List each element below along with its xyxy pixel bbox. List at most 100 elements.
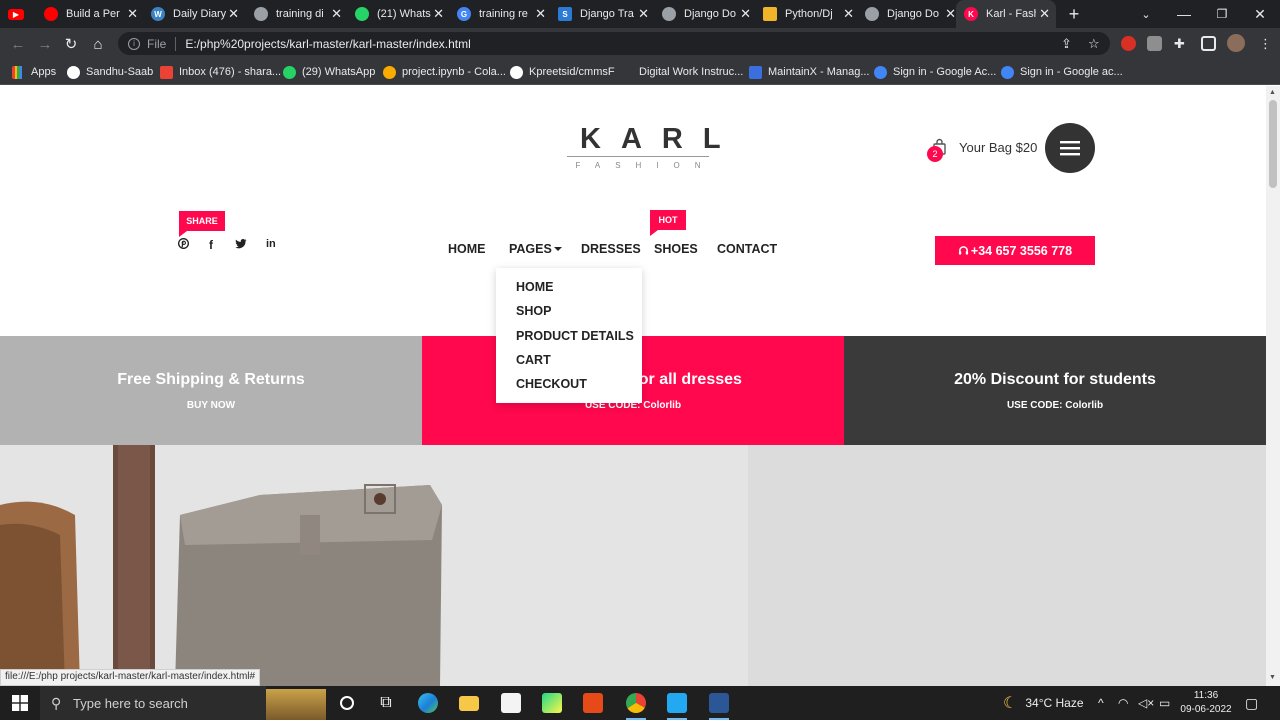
close-icon[interactable]: ✕: [740, 6, 751, 22]
promo-title: 20% Discount for students: [954, 370, 1156, 388]
phone-button[interactable]: +34 657 3556 778: [935, 236, 1095, 265]
close-icon[interactable]: ✕: [127, 6, 138, 22]
bookmark-star-icon[interactable]: ☆: [1088, 36, 1100, 52]
scroll-down-icon[interactable]: ▼: [1269, 674, 1276, 681]
new-tab-button[interactable]: +: [1055, 0, 1093, 28]
promo-students[interactable]: 20% Discount for students USE CODE: Colo…: [844, 336, 1266, 445]
url-text[interactable]: E:/php%20projects/karl-master/karl-maste…: [185, 37, 470, 51]
edge-icon[interactable]: [408, 686, 448, 720]
bookmark-github[interactable]: Sandhu-Saab: [67, 64, 153, 80]
forward-arrow-icon[interactable]: →: [34, 33, 56, 55]
reload-icon[interactable]: ↻: [60, 33, 82, 55]
nav-contact[interactable]: CONTACT: [717, 242, 777, 256]
tab-7[interactable]: Django Do ✕: [657, 0, 757, 28]
scroll-up-icon[interactable]: ▲: [1269, 89, 1276, 96]
office-icon[interactable]: [573, 686, 613, 720]
kebab-menu-icon[interactable]: ⋮: [1259, 36, 1272, 52]
close-icon[interactable]: ✕: [433, 6, 444, 22]
info-icon[interactable]: i: [128, 37, 140, 50]
file-explorer-icon[interactable]: [449, 686, 489, 720]
wifi-icon[interactable]: ◠: [1118, 686, 1128, 720]
tab-active[interactable]: K Karl - Fash ✕: [956, 0, 1056, 28]
cart-link[interactable]: 2 Your Bag $20: [927, 138, 1037, 162]
vscode-icon[interactable]: [657, 686, 697, 720]
tab-2[interactable]: W Daily Diary ✕: [145, 0, 245, 28]
cortana-icon[interactable]: [327, 686, 367, 720]
tab-1[interactable]: Build a Per ✕: [44, 0, 144, 28]
bookmark-label: Inbox (476) - shara...: [179, 66, 282, 78]
dropdown-item-cart[interactable]: CART: [496, 353, 642, 377]
close-icon[interactable]: ✕: [945, 6, 956, 22]
tab-youtube[interactable]: ▶: [8, 0, 48, 28]
bookmark-digital-work[interactable]: Digital Work Instruc...: [620, 64, 743, 80]
address-bar[interactable]: i File E:/php%20projects/karl-master/kar…: [118, 32, 1110, 55]
tab-9[interactable]: Django Do ✕: [862, 0, 962, 28]
facebook-icon[interactable]: f: [209, 238, 213, 252]
bookmark-colab[interactable]: project.ipynb - Cola...: [383, 64, 506, 80]
page-scrollbar[interactable]: ▲ ▼: [1266, 86, 1280, 686]
scrollbar-thumb[interactable]: [1269, 100, 1277, 188]
bookmark-maintainx[interactable]: MaintainX - Manag...: [749, 64, 870, 80]
promo-shipping[interactable]: Free Shipping & Returns BUY NOW: [0, 336, 422, 445]
share-icon[interactable]: ⇪: [1061, 36, 1072, 52]
caret-down-icon: [553, 247, 562, 251]
bookmark-google-2[interactable]: Sign in - Google ac...: [1001, 64, 1123, 80]
battery-icon[interactable]: ▭: [1159, 686, 1170, 720]
bookmark-whatsapp[interactable]: (29) WhatsApp: [283, 64, 375, 80]
tab-5[interactable]: G training re ✕: [452, 0, 552, 28]
close-icon[interactable]: ✕: [331, 6, 342, 22]
volume-icon[interactable]: ◁×: [1138, 686, 1154, 720]
home-icon[interactable]: ⌂: [87, 33, 109, 55]
taskbar-search-box[interactable]: ⚲ Type here to search: [40, 686, 326, 720]
tab-4[interactable]: (21) Whats ✕: [350, 0, 450, 28]
pycharm-icon[interactable]: [532, 686, 572, 720]
close-icon[interactable]: ✕: [535, 6, 546, 22]
dropdown-item-checkout[interactable]: CHECKOUT: [496, 377, 642, 401]
chrome-icon[interactable]: [616, 686, 656, 720]
close-icon[interactable]: ✕: [228, 6, 239, 22]
nav-home[interactable]: HOME: [448, 242, 486, 256]
bookmark-google-1[interactable]: Sign in - Google Ac...: [874, 64, 996, 80]
nav-dresses[interactable]: DRESSES: [581, 242, 641, 256]
camera-icon[interactable]: [1147, 36, 1162, 51]
nav-pages[interactable]: PAGES: [509, 242, 562, 256]
notification-icon[interactable]: ▢: [1245, 686, 1258, 720]
tab-search-icon[interactable]: ⌄: [1127, 0, 1165, 28]
extension-red-icon[interactable]: [1121, 36, 1136, 51]
hamburger-menu-button[interactable]: [1045, 123, 1095, 173]
window-close-icon[interactable]: ✕: [1241, 0, 1279, 28]
xampp-icon[interactable]: [699, 686, 739, 720]
tab-6[interactable]: S Django Tra ✕: [555, 0, 655, 28]
nav-shoes[interactable]: SHOES: [654, 242, 698, 256]
tray-overflow-icon[interactable]: ^: [1098, 686, 1104, 720]
close-icon[interactable]: ✕: [638, 6, 649, 22]
twitter-icon[interactable]: [235, 238, 247, 252]
store-icon[interactable]: [491, 686, 531, 720]
avatar[interactable]: [1227, 34, 1245, 52]
tab-8[interactable]: Python/Dj ✕: [760, 0, 860, 28]
close-icon[interactable]: ✕: [843, 6, 854, 22]
dropdown-item-product-details[interactable]: PRODUCT DETAILS: [496, 329, 642, 353]
task-view-icon[interactable]: ⧉: [366, 686, 406, 720]
back-arrow-icon[interactable]: ←: [7, 33, 29, 55]
linkedin-icon[interactable]: in: [266, 238, 276, 250]
logo-text: KARL: [580, 123, 741, 155]
weather-widget[interactable]: ☾ 34°C Haze: [1003, 686, 1084, 720]
clock[interactable]: 11:36 09-06-2022: [1180, 688, 1232, 718]
bookmark-label: Apps: [31, 66, 57, 78]
pinterest-icon[interactable]: [177, 237, 190, 252]
dropdown-item-home[interactable]: HOME: [496, 280, 642, 304]
close-icon[interactable]: ✕: [1039, 6, 1050, 22]
tab-3[interactable]: training di ✕: [248, 0, 348, 28]
dropdown-item-shop[interactable]: SHOP: [496, 304, 642, 328]
wordpress-icon: W: [151, 7, 165, 21]
site-logo[interactable]: KARL FASHION: [560, 122, 741, 170]
bookmark-github-2[interactable]: Kpreetsid/cmmsF: [510, 64, 615, 80]
minimize-icon[interactable]: —: [1165, 0, 1203, 28]
puzzle-icon[interactable]: ✚: [1174, 36, 1185, 52]
maximize-icon[interactable]: ❐: [1203, 0, 1241, 28]
windows-start-icon[interactable]: [0, 686, 40, 720]
bookmark-gmail[interactable]: Inbox (476) - shara...: [160, 64, 281, 80]
side-panel-icon[interactable]: [1201, 36, 1216, 51]
bookmark-apps[interactable]: Apps: [12, 64, 56, 80]
